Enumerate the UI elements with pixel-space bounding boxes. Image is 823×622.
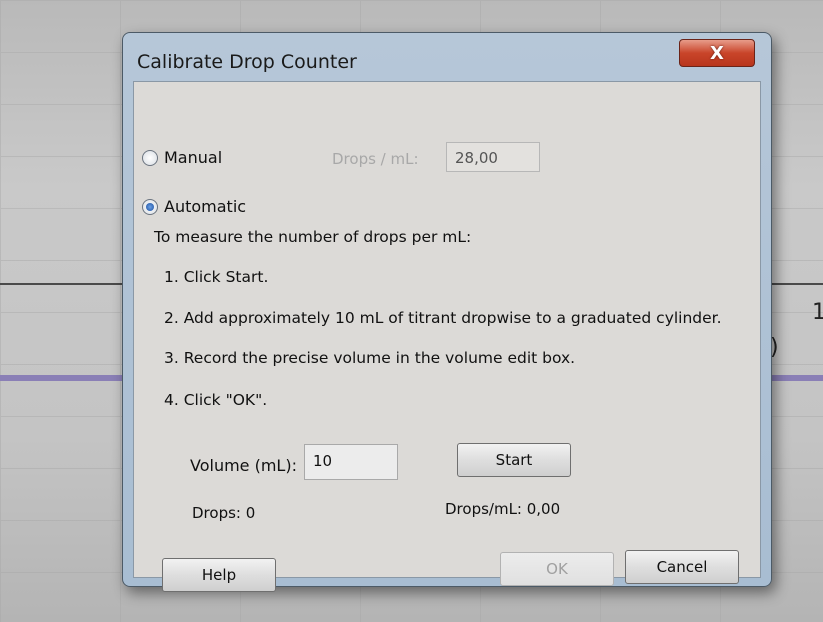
drops-count: Drops: 0 bbox=[192, 504, 256, 522]
help-button[interactable]: Help bbox=[162, 558, 276, 592]
background-label: 1 bbox=[812, 300, 823, 325]
dialog-content: Manual Drops / mL: 28,00 Automatic To me… bbox=[133, 81, 761, 592]
automatic-radio[interactable] bbox=[142, 198, 158, 215]
close-button[interactable]: X bbox=[679, 39, 755, 67]
manual-label: Manual bbox=[164, 148, 223, 167]
instruction-step: 4. Click "OK". bbox=[164, 391, 268, 409]
close-icon: X bbox=[710, 42, 724, 64]
calibrate-drop-counter-dialog: Calibrate Drop Counter X Manual Drops / … bbox=[122, 32, 772, 592]
volume-label: Volume (mL): bbox=[190, 456, 297, 475]
start-button[interactable]: Start bbox=[457, 443, 571, 477]
instructions-heading: To measure the number of drops per mL: bbox=[154, 228, 472, 246]
manual-radio[interactable] bbox=[142, 149, 158, 166]
ok-button[interactable]: OK bbox=[500, 552, 614, 586]
cancel-button[interactable]: Cancel bbox=[625, 550, 739, 584]
instruction-step: 1. Click Start. bbox=[164, 268, 269, 286]
drops-per-ml-label: Drops / mL: bbox=[332, 150, 419, 168]
volume-input[interactable]: 10 bbox=[304, 444, 398, 480]
manual-radio-row[interactable]: Manual bbox=[142, 148, 222, 167]
automatic-radio-row[interactable]: Automatic bbox=[142, 197, 246, 216]
drops-per-ml-result: Drops/mL: 0,00 bbox=[445, 500, 561, 518]
title-bar[interactable]: Calibrate Drop Counter X bbox=[123, 33, 771, 81]
drops-per-ml-field: 28,00 bbox=[446, 142, 540, 172]
instruction-step: 2. Add approximately 10 mL of titrant dr… bbox=[164, 309, 722, 327]
dialog-title: Calibrate Drop Counter bbox=[137, 51, 357, 73]
instruction-step: 3. Record the precise volume in the volu… bbox=[164, 349, 576, 367]
automatic-label: Automatic bbox=[164, 197, 247, 216]
